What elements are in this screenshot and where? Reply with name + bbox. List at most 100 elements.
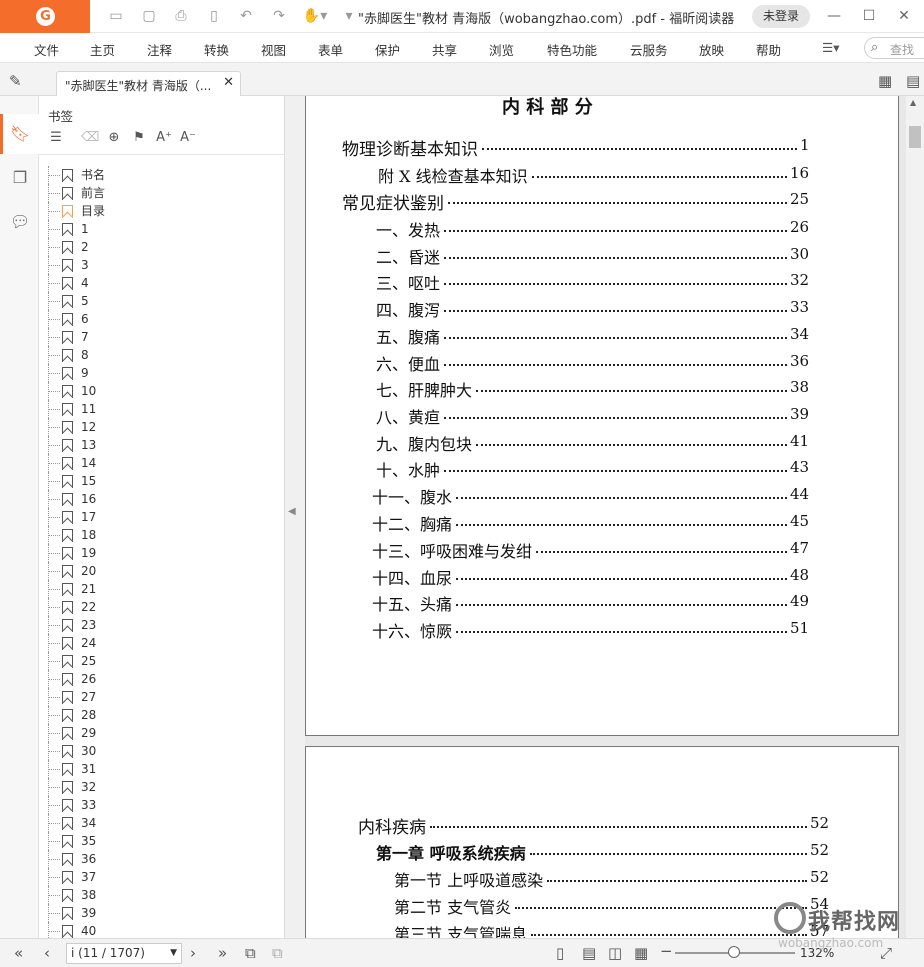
bookmark-item[interactable]: 9 — [48, 364, 268, 382]
redo-icon[interactable]: ↷ — [270, 8, 288, 24]
bookmark-item[interactable]: 14 — [48, 454, 268, 472]
bookmark-properties-icon[interactable]: ⚑ — [130, 129, 148, 147]
menu-browse[interactable]: 浏览 — [489, 40, 514, 59]
bookmark-item[interactable]: 24 — [48, 634, 268, 652]
bookmark-item[interactable]: 23 — [48, 616, 268, 634]
decrease-font-icon[interactable]: A⁻ — [179, 129, 197, 147]
menu-cloud[interactable]: 云服务 — [630, 40, 668, 59]
bookmark-item[interactable]: 21 — [48, 580, 268, 598]
bookmark-item[interactable]: 38 — [48, 886, 268, 904]
bookmark-item[interactable]: 4 — [48, 274, 268, 292]
menu-features[interactable]: 特色功能 — [547, 40, 597, 59]
bookmark-item[interactable]: 30 — [48, 742, 268, 760]
bookmark-item[interactable]: 32 — [48, 778, 268, 796]
menu-view[interactable]: 视图 — [261, 40, 286, 59]
menu-file[interactable]: 文件 — [34, 40, 59, 59]
hand-tool-icon[interactable]: ✋▾ — [302, 8, 328, 24]
bookmark-options-icon[interactable]: ☰ — [47, 129, 65, 147]
menu-help[interactable]: 帮助 — [756, 40, 781, 59]
bookmark-item[interactable]: 35 — [48, 832, 268, 850]
customize-dropdown-icon[interactable]: ▾ — [340, 8, 358, 24]
next-view-icon[interactable]: ⧉ — [272, 944, 283, 962]
menu-share[interactable]: 共享 — [432, 40, 457, 59]
bookmark-item[interactable]: 目录 — [48, 202, 268, 220]
bookmark-item[interactable]: 34 — [48, 814, 268, 832]
save-icon[interactable]: ▢ — [140, 8, 158, 24]
single-page-icon[interactable]: ▯ — [556, 944, 564, 962]
print-icon[interactable]: ⎙ — [172, 8, 190, 24]
bookmark-item[interactable]: 22 — [48, 598, 268, 616]
bookmark-item[interactable]: 7 — [48, 328, 268, 346]
ribbon-options-icon[interactable]: ☰▾ — [822, 40, 839, 55]
delete-bookmark-icon[interactable]: ⌫ — [81, 129, 99, 147]
menu-form[interactable]: 表单 — [318, 40, 343, 59]
page-number-input[interactable]: i (11 / 1707) ▼ — [66, 943, 182, 964]
previous-view-icon[interactable]: ⧉ — [245, 944, 256, 962]
bookmark-item[interactable]: 39 — [48, 904, 268, 922]
next-page-icon[interactable]: › — [190, 944, 196, 962]
menu-home[interactable]: 主页 — [90, 40, 115, 59]
comments-icon[interactable]: 💬︎ — [10, 212, 30, 232]
edit-pencil-icon[interactable]: ✎ — [9, 72, 22, 90]
document-scrollbar[interactable]: ▲ — [906, 96, 924, 938]
side-panel-icon[interactable]: ▤ — [906, 72, 920, 90]
doc-scroll-thumb[interactable] — [909, 126, 921, 148]
maximize-icon[interactable]: ☐ — [859, 6, 879, 26]
bookmark-item[interactable]: 11 — [48, 400, 268, 418]
zoom-slider-knob[interactable] — [728, 946, 740, 958]
menu-protect[interactable]: 保护 — [375, 40, 400, 59]
bookmark-item[interactable]: 8 — [48, 346, 268, 364]
tab-document[interactable]: "赤脚医生"教材 青海版（... ✕ — [56, 71, 241, 96]
menu-convert[interactable]: 转换 — [204, 40, 229, 59]
bookmark-item[interactable]: 2 — [48, 238, 268, 256]
minimize-icon[interactable]: — — [824, 6, 844, 26]
bookmark-item[interactable]: 书名 — [48, 166, 268, 184]
bookmark-item[interactable]: 10 — [48, 382, 268, 400]
close-tab-icon[interactable]: ✕ — [223, 75, 234, 90]
zoom-out-icon[interactable]: − — [660, 942, 673, 960]
increase-font-icon[interactable]: A⁺ — [155, 129, 173, 147]
bookmark-item[interactable]: 20 — [48, 562, 268, 580]
continuous-page-icon[interactable]: ▤ — [582, 944, 596, 962]
bookmark-item[interactable]: 1 — [48, 220, 268, 238]
undo-icon[interactable]: ↶ — [237, 8, 255, 24]
bookmark-item[interactable]: 37 — [48, 868, 268, 886]
bookmark-item[interactable]: 36 — [48, 850, 268, 868]
bookmark-item[interactable]: 5 — [48, 292, 268, 310]
bookmark-item[interactable]: 28 — [48, 706, 268, 724]
bookmark-item[interactable]: 27 — [48, 688, 268, 706]
bookmark-item[interactable]: 18 — [48, 526, 268, 544]
login-button[interactable]: 未登录 — [752, 5, 810, 28]
collapse-panel-handle[interactable]: ◀ — [285, 96, 305, 938]
open-icon[interactable]: ▭ — [107, 8, 125, 24]
bookmark-item[interactable]: 26 — [48, 670, 268, 688]
prev-page-icon[interactable]: ‹ — [44, 944, 50, 962]
bookmark-item[interactable]: 25 — [48, 652, 268, 670]
bookmark-item[interactable]: 12 — [48, 418, 268, 436]
bookmark-item[interactable]: 13 — [48, 436, 268, 454]
add-bookmark-icon[interactable]: ⊕ — [105, 129, 123, 147]
bookmark-item[interactable]: 16 — [48, 490, 268, 508]
doc-scroll-up-icon[interactable]: ▲ — [910, 98, 916, 107]
continuous-facing-icon[interactable]: ▦ — [634, 944, 648, 962]
bookmark-item[interactable]: 19 — [48, 544, 268, 562]
page-dropdown-icon[interactable]: ▼ — [170, 944, 177, 963]
bookmark-item[interactable]: 前言 — [48, 184, 268, 202]
new-doc-icon[interactable]: ▯ — [205, 8, 223, 24]
menu-slideshow[interactable]: 放映 — [699, 40, 724, 59]
pages-icon[interactable]: ❐ — [10, 168, 30, 188]
search-input[interactable]: ⌕ 查找 — [864, 37, 924, 59]
last-page-icon[interactable]: » — [218, 944, 227, 962]
bookmark-item[interactable]: 33 — [48, 796, 268, 814]
bookmark-item[interactable]: 17 — [48, 508, 268, 526]
first-page-icon[interactable]: « — [14, 944, 23, 962]
grid-view-icon[interactable]: ▦ — [878, 72, 892, 90]
app-logo[interactable]: G — [0, 0, 90, 33]
facing-page-icon[interactable]: ◫ — [608, 944, 622, 962]
bookmark-item[interactable]: 15 — [48, 472, 268, 490]
bookmark-item[interactable]: 31 — [48, 760, 268, 778]
bookmark-item[interactable]: 3 — [48, 256, 268, 274]
menu-comment[interactable]: 注释 — [147, 40, 172, 59]
close-window-icon[interactable]: ✕ — [894, 6, 914, 26]
bookmark-item[interactable]: 29 — [48, 724, 268, 742]
